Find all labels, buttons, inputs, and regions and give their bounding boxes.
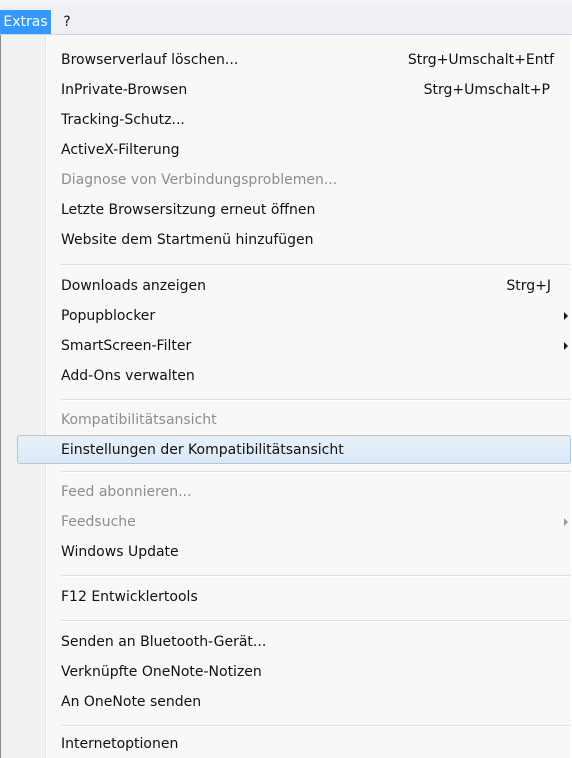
menu-item-linked-onenote-notes[interactable]: Verknüpfte OneNote-Notizen <box>17 657 571 687</box>
submenu-arrow-icon <box>564 312 568 320</box>
menu-item-label: An OneNote senden <box>61 694 202 710</box>
menu-item-label: Add-Ons verwalten <box>61 368 195 384</box>
menu-item-f12-developer-tools[interactable]: F12 Entwicklertools <box>17 582 571 612</box>
menu-item-label: Diagnose von Verbindungsproblemen... <box>61 172 338 188</box>
browser-window: Extras ? Browserverlauf löschen... Strg+… <box>0 0 572 758</box>
menu-item-send-to-onenote[interactable]: An OneNote senden <box>17 687 571 717</box>
menu-item-label: InPrivate-Browsen <box>61 82 188 98</box>
submenu-arrow-icon <box>564 518 568 526</box>
menu-item-label: Einstellungen der Kompatibilitätsansicht <box>61 442 344 458</box>
menu-item-label: Feed abonnieren... <box>61 484 192 500</box>
menu-item-clear-history[interactable]: Browserverlauf löschen... Strg+Umschalt+… <box>17 45 571 75</box>
menu-item-label: Windows Update <box>61 544 179 560</box>
menu-item-manage-addons[interactable]: Add-Ons verwalten <box>17 361 571 391</box>
menu-item-shortcut: Strg+Umschalt+Entf <box>407 52 554 68</box>
menu-item-internet-options[interactable]: Internetoptionen <box>17 729 571 757</box>
menu-item-reopen-last-session[interactable]: Letzte Browsersitzung erneut öffnen <box>17 195 571 225</box>
menu-bar: Extras ? <box>0 0 572 35</box>
menu-separator <box>61 471 570 473</box>
menu-item-label: Kompatibilitätsansicht <box>61 412 217 428</box>
menu-item-smartscreen-filter[interactable]: SmartScreen-Filter <box>17 331 571 361</box>
menu-item-label: Internetoptionen <box>61 736 179 752</box>
menu-item-popup-blocker[interactable]: Popupblocker <box>17 301 571 331</box>
menu-item-compatibility-view-settings[interactable]: Einstellungen der Kompatibilitätsansicht <box>17 435 571 464</box>
menu-item-label: ActiveX-Filterung <box>61 142 180 158</box>
menu-item-send-to-bluetooth[interactable]: Senden an Bluetooth-Gerät... <box>17 627 571 657</box>
menu-separator <box>61 399 570 401</box>
menu-item-label: F12 Entwicklertools <box>61 589 198 605</box>
menu-item-activex-filtering[interactable]: ActiveX-Filterung <box>17 135 571 165</box>
menu-item-label: Senden an Bluetooth-Gerät... <box>61 634 267 650</box>
menu-item-shortcut: Strg+J <box>506 278 551 294</box>
menu-item-diagnose-connection: Diagnose von Verbindungsproblemen... <box>17 165 571 195</box>
menu-item-label: Feedsuche <box>61 514 136 530</box>
menu-item-view-downloads[interactable]: Downloads anzeigen Strg+J <box>17 271 571 301</box>
menu-item-label: Letzte Browsersitzung erneut öffnen <box>61 202 316 218</box>
menu-separator <box>61 725 570 727</box>
menu-help[interactable]: ? <box>57 10 77 34</box>
menu-bar-top-border <box>0 0 572 8</box>
menu-item-compatibility-view: Kompatibilitätsansicht <box>17 405 571 435</box>
menu-separator <box>61 575 570 577</box>
extras-dropdown-menu: Browserverlauf löschen... Strg+Umschalt+… <box>0 35 571 758</box>
menu-item-label: Tracking-Schutz... <box>61 112 185 128</box>
menu-item-subscribe-feed: Feed abonnieren... <box>17 477 571 507</box>
menu-item-label: Popupblocker <box>61 308 156 324</box>
menu-item-tracking-protection[interactable]: Tracking-Schutz... <box>17 105 571 135</box>
menu-item-label: Downloads anzeigen <box>61 278 207 294</box>
menu-item-add-to-start-menu[interactable]: Website dem Startmenü hinzufügen <box>17 225 571 255</box>
menu-item-shortcut: Strg+Umschalt+P <box>423 82 550 98</box>
menu-item-label: SmartScreen-Filter <box>61 338 192 354</box>
menu-separator <box>61 620 570 622</box>
menu-item-windows-update[interactable]: Windows Update <box>17 537 571 567</box>
menu-extras[interactable]: Extras <box>0 10 51 34</box>
menu-item-label: Verknüpfte OneNote-Notizen <box>61 664 262 680</box>
menu-item-label: Browserverlauf löschen... <box>61 52 239 68</box>
menu-item-inprivate[interactable]: InPrivate-Browsen Strg+Umschalt+P <box>17 75 571 105</box>
menu-item-feed-discovery: Feedsuche <box>17 507 571 537</box>
submenu-arrow-icon <box>564 342 568 350</box>
menu-item-label: Website dem Startmenü hinzufügen <box>61 232 314 248</box>
menu-separator <box>61 264 570 266</box>
